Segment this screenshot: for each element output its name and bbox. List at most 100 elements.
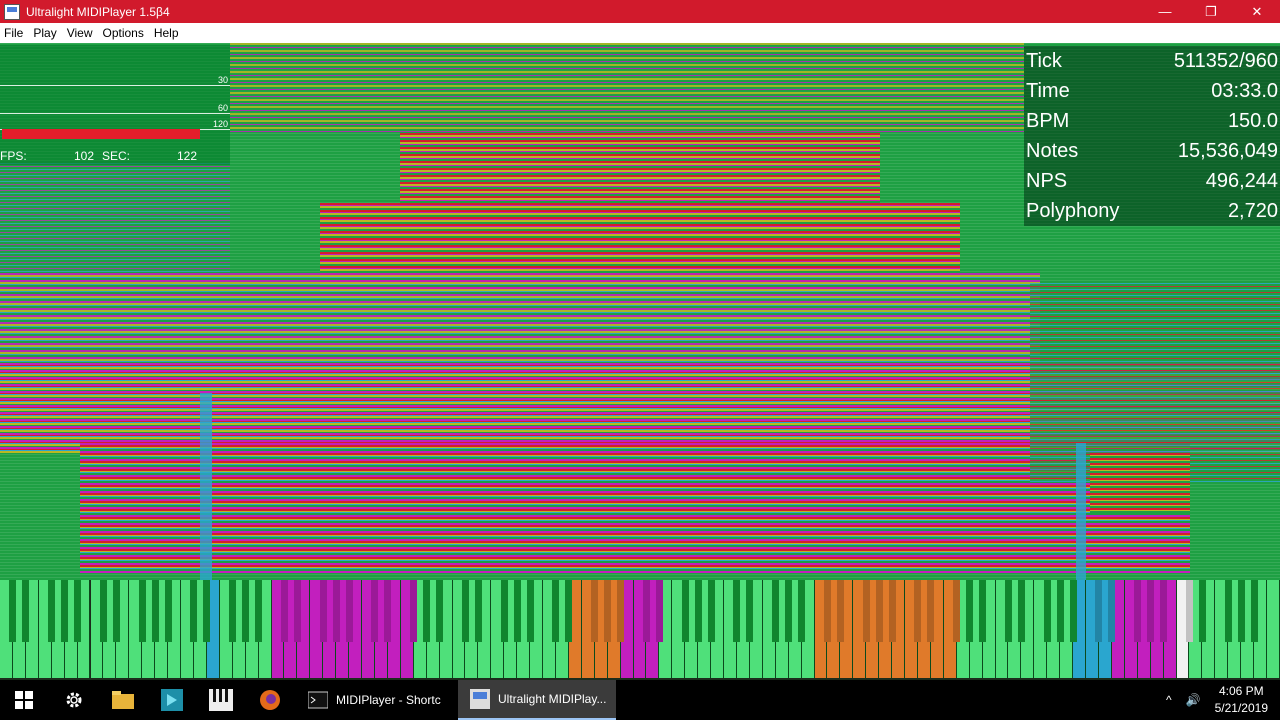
menu-view[interactable]: View: [62, 23, 98, 43]
stat-value: 496,244: [1205, 169, 1278, 192]
midi-keys-icon[interactable]: [197, 680, 245, 720]
clock-time: 4:06 PM: [1218, 684, 1264, 698]
midi-player-window: Ultralight MIDIPlayer 1.5β4 — ❐ ✕ File P…: [0, 0, 1280, 720]
stat-value: 511352/960: [1173, 49, 1278, 72]
app-pinned-icon[interactable]: [148, 680, 196, 720]
piano-black-key: [203, 580, 211, 642]
volume-icon[interactable]: 🔊: [1180, 693, 1207, 707]
piano-black-key: [242, 580, 250, 642]
fps-bar: [2, 129, 200, 139]
stat-label: BPM: [1026, 109, 1070, 132]
tray-chevron-icon[interactable]: ^: [1158, 693, 1180, 707]
file-explorer-icon[interactable]: [99, 680, 147, 720]
piano-black-key: [707, 580, 715, 642]
app-icon: [4, 3, 20, 20]
piano-black-key: [1017, 580, 1025, 642]
stat-time: Time 03:33.0: [1024, 76, 1280, 106]
piano-black-key: [138, 580, 146, 642]
piano-black-key: [888, 580, 896, 642]
menu-options[interactable]: Options: [97, 23, 148, 43]
menu-play[interactable]: Play: [28, 23, 61, 43]
piano-black-key: [423, 580, 431, 642]
piano-black-key: [1198, 580, 1206, 642]
piano-black-key: [591, 580, 599, 642]
notes-band: [1090, 453, 1190, 513]
piano-black-key: [293, 580, 301, 642]
piano-white-key: [1267, 580, 1280, 678]
minimize-button[interactable]: —: [1142, 0, 1188, 23]
piano-black-key: [798, 580, 806, 642]
piano-black-key: [655, 580, 663, 642]
taskbar-task-midiplayer[interactable]: Ultralight MIDIPlay...: [458, 680, 616, 720]
piano-black-key: [733, 580, 741, 642]
clock[interactable]: 4:06 PM 5/21/2019: [1207, 683, 1280, 717]
piano-black-key: [513, 580, 521, 642]
piano-black-key: [436, 580, 444, 642]
stat-label: Polyphony: [1026, 199, 1120, 222]
piano-black-key: [642, 580, 650, 642]
notes-band: [400, 133, 880, 203]
piano-black-key: [151, 580, 159, 642]
notes-band: [0, 273, 1040, 363]
settings-gear-icon[interactable]: [50, 680, 98, 720]
piano-black-key: [345, 580, 353, 642]
piano-keyboard: [0, 580, 1280, 680]
piano-black-key: [526, 580, 534, 642]
fps-grid-label: 120: [212, 119, 228, 129]
firefox-icon[interactable]: [246, 680, 294, 720]
piano-black-key: [164, 580, 172, 642]
task-label: MIDIPlayer - Shortc: [336, 693, 441, 707]
task-label: Ultralight MIDIPlay...: [498, 692, 607, 706]
windows-start-icon[interactable]: [0, 680, 48, 720]
taskbar-task-shortcut[interactable]: MIDIPlayer - Shortc: [296, 680, 456, 720]
piano-black-key: [1056, 580, 1064, 642]
menu-file[interactable]: File: [0, 23, 28, 43]
stat-label: Tick: [1026, 49, 1062, 72]
piano-black-key: [74, 580, 82, 642]
piano-black-key: [1237, 580, 1245, 642]
stat-value: 15,536,049: [1177, 139, 1278, 162]
stat-label: Time: [1026, 79, 1070, 102]
piano-black-key: [1250, 580, 1258, 642]
piano-black-key: [9, 580, 17, 642]
piano-black-key: [371, 580, 379, 642]
maximize-button[interactable]: ❐: [1188, 0, 1234, 23]
stat-value: 03:33.0: [1211, 79, 1278, 102]
piano-black-key: [319, 580, 327, 642]
piano-black-key: [190, 580, 198, 642]
fps-value: 102: [74, 149, 95, 163]
menu-help[interactable]: Help: [149, 23, 184, 43]
piano-black-key: [836, 580, 844, 642]
console-icon: [307, 690, 329, 710]
piano-black-key: [48, 580, 56, 642]
fps-graph-panel: 30 60 120 FPS: 102 SEC: 122: [0, 45, 230, 165]
sec-value: 122: [177, 149, 198, 163]
piano-black-key: [617, 580, 625, 642]
stat-label: Notes: [1026, 139, 1079, 162]
fps-label: FPS:: [0, 149, 27, 163]
fps-grid-label: 30: [217, 75, 228, 85]
piano-black-key: [746, 580, 754, 642]
piano-black-key: [255, 580, 263, 642]
title-bar[interactable]: Ultralight MIDIPlayer 1.5β4 — ❐ ✕: [0, 0, 1280, 23]
system-tray: ^ 🔊 4:06 PM 5/21/2019: [1158, 680, 1280, 720]
sec-label: SEC:: [102, 149, 131, 163]
piano-black-key: [99, 580, 107, 642]
menu-bar: File Play View Options Help: [0, 23, 1280, 43]
piano-black-key: [681, 580, 689, 642]
stat-label: NPS: [1026, 169, 1068, 192]
notes-band: [230, 43, 1024, 133]
piano-black-key: [1185, 580, 1193, 642]
piano-black-key: [474, 580, 482, 642]
piano-black-key: [875, 580, 883, 642]
piano-black-key: [565, 580, 573, 642]
piano-black-key: [1160, 580, 1168, 642]
piano-black-key: [1069, 580, 1077, 642]
stat-nps: NPS 496,244: [1024, 166, 1280, 196]
fps-readout: FPS: 102 SEC: 122: [0, 149, 230, 165]
piano-black-key: [61, 580, 69, 642]
piano-black-key: [384, 580, 392, 642]
fps-grid-label: 60: [217, 103, 228, 113]
close-button[interactable]: ✕: [1234, 0, 1280, 23]
window-controls: — ❐ ✕: [1142, 0, 1280, 23]
